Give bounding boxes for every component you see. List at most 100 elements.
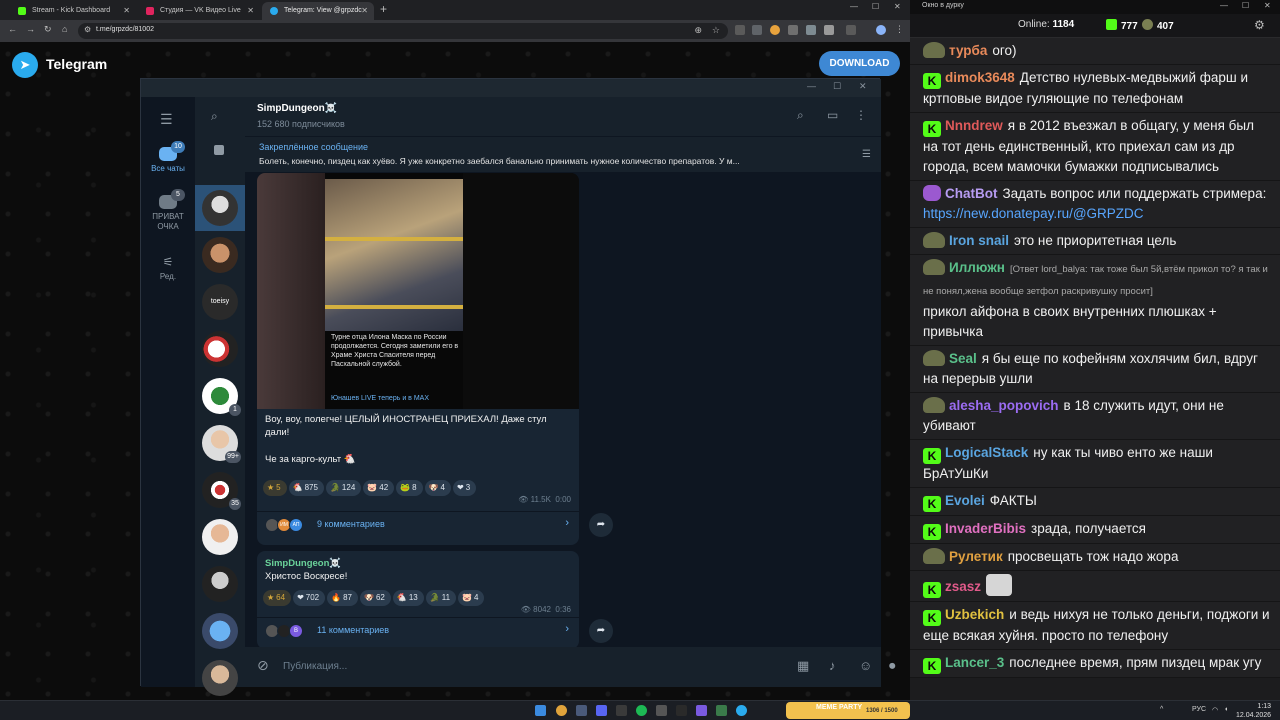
folder-private[interactable]: 5 ПРИВАТ ОЧКА	[141, 189, 195, 232]
close-window-icon[interactable]: ✕	[1264, 1, 1271, 10]
chat-username[interactable]: ChatBot	[945, 186, 998, 201]
chrome-icon[interactable]	[556, 705, 567, 716]
chat-avatar[interactable]	[202, 331, 238, 367]
app-icon[interactable]	[716, 705, 727, 716]
tab-kick-dashboard[interactable]: Stream - Kick Dashboard ✕	[10, 2, 136, 20]
chat-avatar[interactable]: toeisy	[202, 284, 238, 320]
chat-avatar[interactable]: 99+	[202, 425, 241, 463]
app-icon[interactable]	[616, 705, 627, 716]
maximize-icon[interactable]: ☐	[833, 81, 841, 92]
tray-chevron-icon[interactable]: ^	[1160, 706, 1163, 713]
close-icon[interactable]: ✕	[247, 2, 254, 20]
microphone-icon[interactable]: ⏺	[889, 658, 896, 674]
close-window-icon[interactable]: ✕	[859, 81, 867, 92]
puzzle-icon[interactable]	[824, 25, 834, 35]
pinned-message-bar[interactable]: Закреплённое сообщение Болеть, конечно, …	[245, 137, 881, 173]
extension-icon[interactable]	[735, 25, 745, 35]
share-button[interactable]: ➦	[589, 619, 613, 643]
minimize-icon[interactable]: —	[1220, 1, 1228, 10]
telegram-icon[interactable]	[736, 705, 747, 716]
extension-icon[interactable]	[770, 25, 780, 35]
volume-icon[interactable]: ◖	[1224, 706, 1228, 713]
pin-list-icon[interactable]: ☰	[862, 149, 871, 160]
reload-icon[interactable]: ↻	[44, 24, 52, 35]
search-icon[interactable]: ⌕	[797, 108, 804, 123]
chat-username[interactable]: Uzbekich	[945, 607, 1004, 622]
reaction-chip[interactable]: 🐔 13	[392, 590, 424, 606]
hamburger-menu-icon[interactable]: ☰	[160, 111, 173, 128]
chat-username[interactable]: Seal	[949, 351, 977, 366]
chat-username[interactable]: InvaderBibis	[945, 521, 1026, 536]
chat-username[interactable]: Evolei	[945, 493, 985, 508]
reaction-chip[interactable]: 🐔 875	[288, 480, 324, 496]
site-info-icon[interactable]: ⚙	[84, 25, 91, 34]
download-button[interactable]: DOWNLOAD	[819, 51, 900, 76]
home-icon[interactable]: ⌂	[62, 24, 67, 34]
attach-icon[interactable]: ⊘	[257, 657, 269, 674]
app-icon[interactable]	[656, 705, 667, 716]
start-icon[interactable]	[535, 705, 546, 716]
chat-avatar[interactable]	[202, 660, 238, 696]
chat-link[interactable]: https://new.donatepay.ru/@GRPZDC	[923, 206, 1144, 221]
reaction-chip[interactable]: 🔥 87	[327, 590, 359, 606]
close-icon[interactable]: ✕	[123, 2, 130, 20]
wifi-icon[interactable]: ◠	[1212, 706, 1218, 714]
chat-username[interactable]: Рулетик	[949, 549, 1003, 564]
language-indicator[interactable]: РУС	[1192, 706, 1206, 713]
chat-avatar[interactable]: 35	[202, 472, 241, 510]
spotify-icon[interactable]	[636, 705, 647, 716]
chat-username[interactable]: Lancer_3	[945, 655, 1004, 670]
app-icon[interactable]	[576, 705, 587, 716]
menu-icon[interactable]: ⋮	[895, 24, 904, 35]
extension-icon[interactable]	[806, 25, 816, 35]
discord-icon[interactable]	[596, 705, 607, 716]
chat-username[interactable]: турба	[949, 43, 987, 58]
minimize-icon[interactable]: —	[807, 81, 816, 91]
extension-icon[interactable]	[788, 25, 798, 35]
search-icon[interactable]: ⌕	[211, 109, 218, 124]
back-icon[interactable]: ←	[8, 24, 17, 34]
sidebar-icon[interactable]	[846, 25, 856, 35]
chat-username[interactable]: Iron snail	[949, 233, 1009, 248]
chat-avatar[interactable]	[202, 613, 238, 649]
profile-avatar[interactable]	[876, 25, 886, 35]
post-media[interactable]: Турне отца Илона Маска по России продолж…	[257, 173, 579, 409]
install-icon[interactable]: ⊕	[694, 25, 702, 36]
close-icon[interactable]: ✕	[361, 2, 368, 20]
chat-username[interactable]: dimok3648	[945, 70, 1015, 85]
bell-icon[interactable]: ♪	[829, 658, 836, 673]
chat-username[interactable]: Nnndrew	[945, 118, 1003, 133]
extension-icon[interactable]	[752, 25, 762, 35]
folder-edit[interactable]: ⚟ Ред.	[141, 255, 195, 281]
chat-avatar[interactable]	[202, 519, 238, 555]
app-icon[interactable]	[696, 705, 707, 716]
chat-avatar[interactable]	[202, 237, 238, 273]
tab-vk-studio[interactable]: Студия — VK Видео Live ✕	[138, 2, 260, 20]
reaction-chip[interactable]: 🐶 62	[360, 590, 391, 606]
chat-avatar[interactable]	[202, 190, 238, 226]
forward-icon[interactable]: →	[26, 24, 35, 34]
gear-icon[interactable]: ⚙	[1254, 18, 1265, 32]
reaction-chip[interactable]: ❤ 702	[293, 590, 326, 606]
chat-avatar[interactable]	[202, 566, 238, 602]
reaction-chip[interactable]: ★ 64	[263, 590, 292, 606]
address-bar[interactable]: ⚙ t.me/grpzdc/81002 ⊕ ☆	[78, 23, 728, 39]
reaction-chip[interactable]: 🐶 4	[424, 480, 451, 496]
reaction-chip[interactable]: 🐸 8	[396, 480, 423, 496]
chat-username[interactable]: LogicalStack	[945, 445, 1028, 460]
meme-party-widget[interactable]: MEME PARTY 1306 / 1500	[786, 702, 910, 719]
reaction-chip[interactable]: 🐷 42	[363, 480, 395, 496]
archive-icon[interactable]	[214, 145, 224, 155]
tab-telegram[interactable]: Telegram: View @grpzdc ✕	[262, 2, 374, 20]
reaction-chip[interactable]: 🐊 11	[425, 590, 457, 606]
new-tab-button[interactable]: +	[380, 2, 387, 16]
reaction-chip[interactable]: ★ 5	[263, 480, 287, 496]
close-window-icon[interactable]: ✕	[894, 2, 901, 11]
emoji-icon[interactable]: ☺	[859, 658, 872, 673]
sidebar-toggle-icon[interactable]: ▭	[827, 108, 838, 122]
reaction-chip[interactable]: ❤ 3	[453, 480, 477, 496]
chat-username[interactable]: Иллюжн	[949, 260, 1005, 275]
message-input[interactable]: Публикация...	[283, 661, 347, 672]
chat-username[interactable]: zsasz	[945, 579, 981, 594]
channel-header[interactable]: SimpDungeon☠️ 152 680 подписчиков ⌕ ▭ ⋮	[245, 97, 881, 137]
